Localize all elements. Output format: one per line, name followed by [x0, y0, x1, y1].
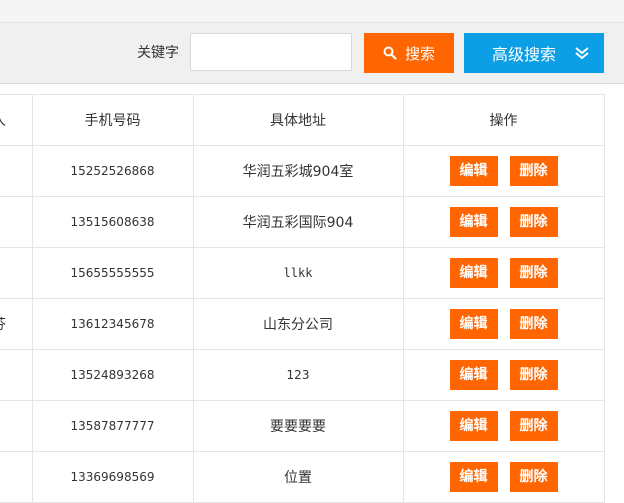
edit-button[interactable]: 编辑: [449, 258, 498, 288]
search-toolbar: 关键字 搜索 高级搜索: [0, 23, 624, 84]
cell-phone: 13515608638: [31, 196, 194, 248]
cell-phone: 13524893268: [31, 349, 194, 401]
table-row: 芬 13612345678 山东分公司 编辑删除: [0, 298, 605, 350]
table-row: 15655555555 llkk 编辑 删除: [0, 247, 605, 299]
delete-button[interactable]: 删除: [509, 360, 558, 390]
cell-name: 芬: [0, 298, 33, 350]
cell-name: [0, 451, 33, 503]
cell-phone: 15655555555: [31, 247, 194, 299]
advanced-search-label: 高级搜索: [492, 45, 557, 64]
edit-button[interactable]: 编辑: [449, 462, 498, 492]
cell-name: [0, 400, 33, 452]
cell-ops: 编辑 删除: [402, 145, 605, 197]
contacts-table: 人 手机号码 具体地址 操作 15252526868 华润五彩城904室 编辑删…: [0, 94, 605, 503]
header-name: 人: [0, 94, 33, 146]
edit-button[interactable]: 编辑: [449, 360, 498, 390]
table-row: 15252526868 华润五彩城904室 编辑 删除: [0, 145, 605, 197]
table-row: 13369698569 位置 编辑 删除: [0, 451, 605, 503]
cell-name: [0, 145, 33, 197]
cell-name: [0, 349, 33, 401]
edit-button[interactable]: 编辑: [449, 156, 498, 186]
header-ops: 操作: [402, 94, 605, 146]
cell-address: llkk: [192, 247, 404, 299]
table-header-row: 人 手机号码 具体地址 操作: [0, 94, 605, 146]
cell-address: 位置: [192, 451, 404, 503]
table-row: 13515608638 华润五彩国际904 编辑 删除: [0, 196, 605, 248]
cell-address: 华润五彩城904室: [192, 145, 404, 197]
cell-ops: 编辑 删除: [402, 247, 605, 299]
cell-ops: 编辑 删除: [402, 298, 605, 350]
delete-button[interactable]: 删除: [509, 156, 558, 186]
delete-button[interactable]: 删除: [509, 462, 558, 492]
search-button-label: 搜索: [404, 44, 435, 63]
edit-button[interactable]: 编辑: [449, 309, 498, 339]
delete-button[interactable]: 删除: [509, 258, 558, 288]
cell-ops: 编辑 删除: [402, 400, 605, 452]
table-row: 13587877777 要要要要 编辑 删除: [0, 400, 605, 452]
chevron-double-down-icon: [575, 47, 589, 60]
keyword-label: 关键字: [137, 45, 179, 61]
edit-button[interactable]: 编辑: [449, 207, 498, 237]
advanced-search-button[interactable]: 高级搜索: [464, 33, 604, 73]
cell-name: [0, 247, 33, 299]
delete-button[interactable]: 删除: [509, 207, 558, 237]
header-address: 具体地址: [192, 94, 404, 146]
cell-address: 华润五彩国际904: [192, 196, 404, 248]
header-phone: 手机号码: [31, 94, 194, 146]
cell-ops: 编辑 删除: [402, 451, 605, 503]
cell-phone: 13587877777: [31, 400, 194, 452]
cell-address: 山东分公司: [192, 298, 404, 350]
cell-name: [0, 196, 33, 248]
top-strip: [0, 0, 624, 23]
cell-phone: 15252526868: [31, 145, 194, 197]
cell-ops: 编辑 删除: [402, 196, 605, 248]
delete-button[interactable]: 删除: [509, 411, 558, 441]
cell-phone: 13369698569: [31, 451, 194, 503]
cell-address: 123: [192, 349, 404, 401]
search-button[interactable]: 搜索: [364, 33, 454, 73]
cell-address: 要要要要: [192, 400, 404, 452]
search-icon: [383, 46, 397, 60]
edit-button[interactable]: 编辑: [449, 411, 498, 441]
table-row: 13524893268 123 编辑 删除: [0, 349, 605, 401]
keyword-input[interactable]: [190, 33, 352, 71]
cell-phone: 13612345678: [31, 298, 194, 350]
cell-ops: 编辑 删除: [402, 349, 605, 401]
delete-button[interactable]: 删除: [509, 309, 558, 339]
